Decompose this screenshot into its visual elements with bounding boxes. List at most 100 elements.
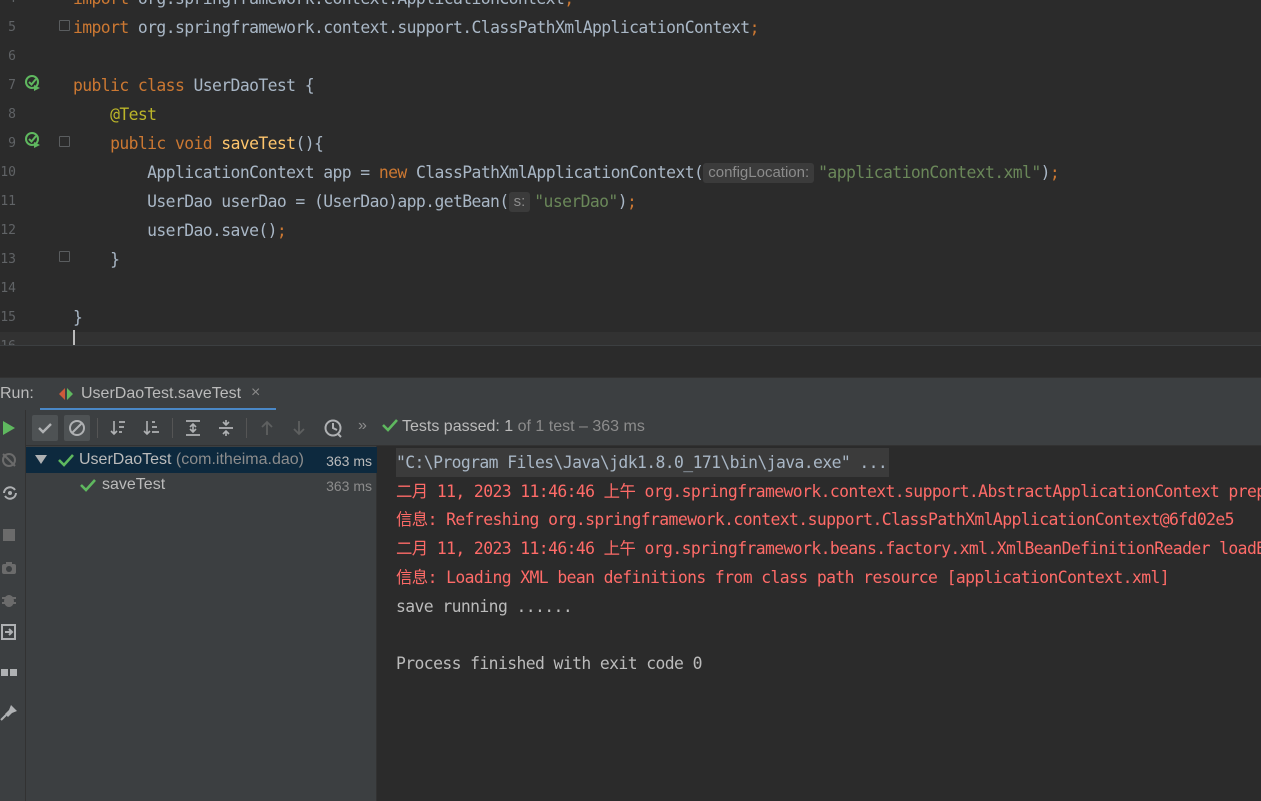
layout-icon[interactable] — [0, 663, 20, 683]
code-line: 5 import org.springframework.context.supp… — [0, 13, 1261, 42]
test-tree: UserDaoTest (com.itheima.dao) 363 ms sav… — [26, 446, 377, 801]
test-status: Tests passed: 1 of 1 test – 363 ms — [382, 418, 645, 436]
tree-row-test-class[interactable]: UserDaoTest (com.itheima.dao) 363 ms — [26, 447, 377, 473]
code-token: org.springframework.context.ApplicationC… — [138, 0, 565, 8]
test-history-button[interactable] — [320, 415, 346, 441]
line-number: 7 — [8, 78, 16, 93]
toolbar-divider — [172, 418, 173, 438]
console-line: "C:\Program Files\Java\jdk1.8.0_171\bin\… — [396, 448, 890, 477]
next-failed-button[interactable] — [286, 415, 312, 441]
code-token: public class — [73, 76, 194, 95]
code-token: org.springframework.context.support.Clas… — [137, 18, 750, 37]
stop-icon[interactable] — [0, 525, 20, 545]
run-label: Run: — [0, 385, 34, 402]
sort-by-duration-button[interactable] — [139, 415, 165, 441]
test-config-icon — [59, 388, 73, 400]
test-method-name: saveTest — [102, 476, 166, 493]
code-token: userDao.save() — [73, 221, 277, 240]
camera-icon[interactable] — [0, 558, 20, 578]
toolbar-divider — [97, 418, 98, 438]
fold-method-icon[interactable] — [59, 136, 70, 147]
run-tab-title: UserDaoTest.saveTest — [81, 385, 242, 402]
more-actions-chevron-icon[interactable]: » — [358, 417, 367, 435]
code-token: } — [73, 308, 83, 327]
collapse-all-button[interactable] — [213, 415, 239, 441]
history-clock-icon — [324, 419, 342, 438]
sort-duration-icon — [143, 421, 159, 436]
code-token: ; — [564, 0, 574, 8]
line-number: 9 — [8, 136, 16, 151]
code-token: ApplicationContext app = — [73, 163, 379, 182]
checkmark-icon — [38, 423, 52, 434]
code-line: 8 @Test — [0, 100, 1261, 129]
code-line: 9 public void saveTest(){ — [0, 129, 1261, 158]
code-text: userDao.save(); — [73, 216, 287, 245]
test-class-duration: 363 ms — [326, 453, 372, 469]
show-ignored-button[interactable] — [64, 415, 90, 441]
code-token: @Test — [110, 105, 157, 124]
line-number: 6 — [8, 49, 16, 64]
code-token: } — [73, 250, 120, 269]
code-token: ) — [1040, 163, 1051, 182]
run-test-method-icon[interactable] — [25, 132, 41, 148]
code-token: UserDao userDao = (UserDao)app.getBean( — [73, 192, 509, 211]
expand-all-button[interactable] — [180, 415, 206, 441]
code-token: ; — [749, 18, 760, 37]
class-name-label: UserDaoTest — [79, 451, 172, 468]
passed-check-icon — [58, 454, 74, 467]
code-editor[interactable]: 4 import org.springframework.context.Appl… — [0, 0, 1261, 345]
debug-bug-icon[interactable] — [0, 590, 20, 610]
line-number: 12 — [0, 223, 16, 238]
pin-icon[interactable] — [0, 703, 20, 723]
arrow-up-icon — [261, 420, 273, 435]
console-output[interactable]: "C:\Program Files\Java\jdk1.8.0_171\bin\… — [377, 446, 1261, 801]
run-tab[interactable]: UserDaoTest.saveTest × — [40, 378, 276, 411]
code-text: } — [73, 303, 83, 332]
rerun-failed-icon[interactable] — [0, 450, 20, 470]
code-token: ; — [276, 221, 287, 240]
status-label: Tests passed: — [402, 418, 505, 435]
code-line: 16 — [0, 332, 1261, 345]
console-line: 二月 11, 2023 11:46:46 上午 org.springframew… — [396, 481, 1261, 501]
code-token: ) — [617, 192, 628, 211]
code-text: public class UserDaoTest { — [73, 71, 315, 100]
show-passed-button[interactable] — [32, 415, 58, 441]
toggle-auto-test-icon[interactable] — [0, 483, 20, 503]
code-token: public void — [110, 134, 222, 153]
expand-arrow-icon[interactable] — [35, 455, 47, 465]
run-test-class-icon[interactable] — [25, 75, 41, 91]
code-line: 13 } — [0, 245, 1261, 274]
line-number: 13 — [0, 252, 16, 267]
close-tab-icon[interactable]: × — [251, 384, 260, 402]
code-line: 14 — [0, 274, 1261, 303]
tree-row-test-method[interactable]: saveTest 363 ms — [26, 472, 377, 498]
code-token: (){ — [295, 134, 324, 153]
status-detail: of 1 test – 363 ms — [513, 418, 645, 435]
code-line: 15} — [0, 303, 1261, 332]
code-token: import — [73, 0, 138, 8]
test-results-toolbar: » Tests passed: 1 of 1 test – 363 ms — [26, 410, 1261, 446]
fold-end-icon[interactable] — [59, 251, 70, 262]
collapse-all-icon — [219, 420, 233, 436]
code-line: 12 userDao.save(); — [0, 216, 1261, 245]
line-number: 14 — [0, 281, 16, 296]
previous-failed-button[interactable] — [254, 415, 280, 441]
text-caret — [73, 330, 75, 345]
rerun-icon[interactable] — [0, 418, 20, 438]
sort-alphabetically-button[interactable] — [106, 415, 132, 441]
line-number: 10 — [0, 165, 16, 180]
console-line: 信息: Refreshing org.springframework.conte… — [396, 510, 1235, 530]
line-number: 8 — [8, 107, 16, 122]
code-token: ; — [1049, 163, 1060, 182]
fold-imports-icon[interactable] — [59, 20, 70, 31]
line-number: 15 — [0, 310, 16, 325]
code-text: public void saveTest(){ — [73, 129, 324, 158]
code-text: @Test — [73, 100, 157, 129]
exit-icon[interactable] — [0, 622, 20, 642]
line-number: 4 — [0, 0, 16, 13]
line-number: 5 — [8, 20, 16, 35]
code-token: saveTest — [221, 134, 296, 153]
code-line: 7 public class UserDaoTest { — [0, 71, 1261, 100]
